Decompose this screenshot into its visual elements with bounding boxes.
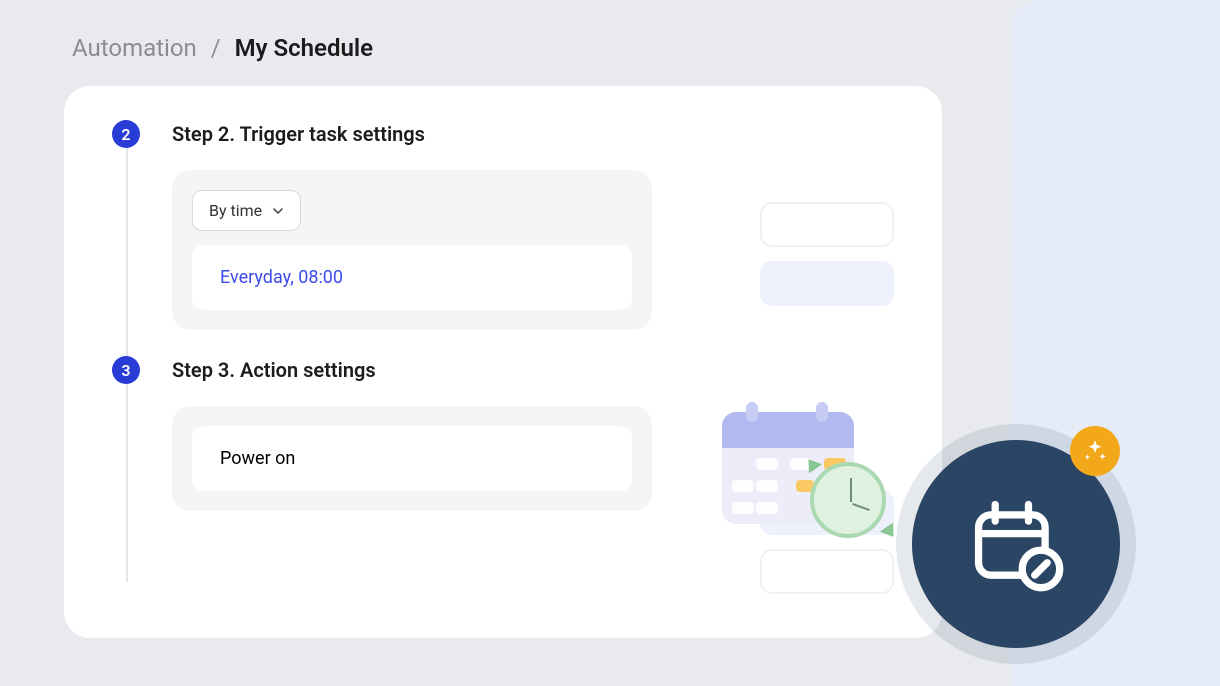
- preview-box-2: [760, 261, 894, 306]
- action-value-text: Power on: [220, 448, 295, 469]
- calendar-clock-icon: [720, 398, 898, 548]
- sparkle-icon: [1070, 426, 1120, 476]
- breadcrumb-current: My Schedule: [235, 34, 373, 62]
- step-2-title: Step 2. Trigger task settings: [172, 122, 902, 146]
- action-value-box[interactable]: Power on: [192, 426, 632, 491]
- step-3-badge: 3: [112, 356, 140, 384]
- schedule-value-box[interactable]: Everyday, 08:00: [192, 245, 632, 310]
- preview-box-4: [760, 549, 894, 594]
- breadcrumb-separator: /: [211, 34, 221, 62]
- step-2-badge: 2: [112, 120, 140, 148]
- step-3-body: Power on: [172, 406, 652, 511]
- preview-box-1: [760, 202, 894, 247]
- step-2-body: By time Everyday, 08:00: [172, 170, 652, 330]
- chevron-down-icon: [272, 205, 284, 217]
- trigger-type-select[interactable]: By time: [192, 190, 301, 231]
- schedule-value-text: Everyday, 08:00: [220, 267, 343, 288]
- trigger-type-label: By time: [209, 201, 262, 220]
- schedule-edit-icon: [964, 492, 1068, 596]
- settings-card: 2 Step 2. Trigger task settings By time …: [64, 86, 942, 638]
- breadcrumb-parent[interactable]: Automation: [72, 34, 197, 62]
- breadcrumb: Automation / My Schedule: [72, 34, 373, 62]
